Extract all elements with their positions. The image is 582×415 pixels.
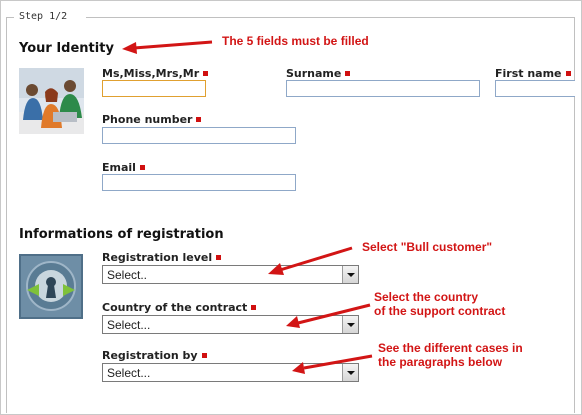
by-note-line2: the paragraphs below: [378, 355, 503, 369]
country-label: Country of the contract: [102, 301, 257, 314]
people-photo-icon: [19, 68, 84, 134]
fieldset-border: [6, 17, 7, 413]
required-marker: [139, 164, 145, 170]
step-legend: Step 1/2: [19, 11, 68, 22]
title-field-input[interactable]: [102, 80, 206, 97]
firstname-label: First name: [495, 67, 571, 80]
phone-input[interactable]: [102, 127, 296, 144]
registration-by-label: Registration by: [102, 349, 207, 362]
firstname-input[interactable]: [495, 80, 575, 97]
surname-label: Surname: [286, 67, 351, 80]
country-note-line2: of the support contract: [374, 304, 506, 318]
level-note: Select "Bull customer": [362, 240, 493, 254]
required-marker: [345, 70, 351, 76]
fieldset-border: [574, 17, 575, 413]
registration-level-label: Registration level: [102, 251, 222, 264]
phone-label: Phone number: [102, 113, 202, 126]
registration-by-value: Select...: [107, 366, 151, 380]
chevron-down-icon[interactable]: [342, 364, 358, 381]
registration-section-title: Informations of registration: [19, 227, 224, 242]
title-field-label: Ms,Miss,Mrs,Mr: [102, 67, 209, 80]
country-value: Select...: [107, 318, 151, 332]
required-marker: [216, 254, 222, 260]
required-marker: [196, 116, 202, 122]
country-select[interactable]: Select...: [102, 315, 359, 334]
surname-input[interactable]: [286, 80, 480, 97]
required-marker: [251, 304, 257, 310]
required-marker: [565, 70, 571, 76]
country-note-line1: Select the country: [374, 290, 479, 304]
identity-section-title: Your Identity: [19, 41, 114, 56]
fieldset-border: [6, 17, 14, 18]
required-marker: [203, 70, 209, 76]
fieldset-border: [86, 17, 574, 18]
registration-level-value: Select..: [107, 268, 148, 282]
fields-note: The 5 fields must be filled: [222, 34, 369, 48]
registration-by-select[interactable]: Select...: [102, 363, 359, 382]
email-label: Email: [102, 161, 145, 174]
required-marker: [201, 352, 207, 358]
by-note-line1: See the different cases in: [378, 341, 523, 355]
chevron-down-icon[interactable]: [342, 266, 358, 283]
keyhole-icon: [19, 254, 83, 319]
chevron-down-icon[interactable]: [342, 316, 358, 333]
email-input[interactable]: [102, 174, 296, 191]
registration-level-select[interactable]: Select..: [102, 265, 359, 284]
